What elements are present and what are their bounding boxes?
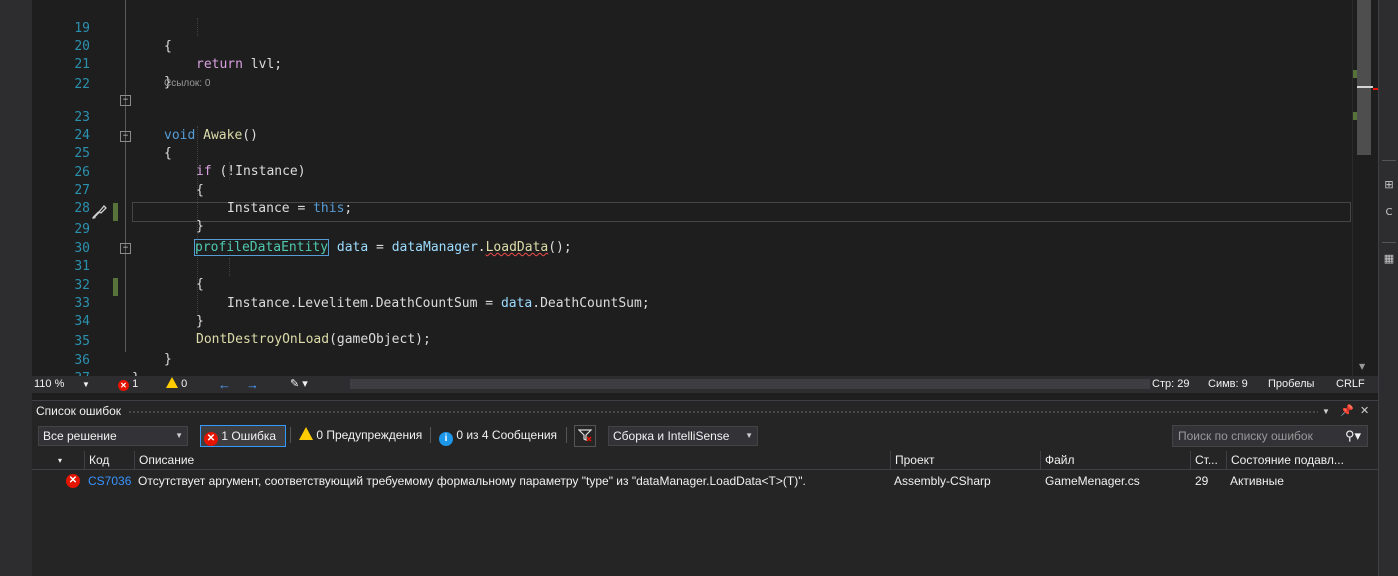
scroll-marker-change [1353,112,1357,120]
code-line: 37 [32,352,1352,376]
search-placeholder: Поиск по списку ошибок [1178,429,1313,443]
build-source-dropdown[interactable]: Сборка и IntelliSense ▼ [608,426,758,446]
build-source-value: Сборка и IntelliSense [613,429,730,443]
chevron-down-icon: ▼ [175,431,183,440]
class-view-tab-icon[interactable]: C [1382,206,1396,220]
pin-icon[interactable]: ⊞ [1382,178,1396,192]
navigate-forward-arrow-icon[interactable]: → [246,377,259,392]
warnings-filter-button[interactable]: 0 Предупреждения [296,425,422,447]
filter-toggle-icon[interactable] [574,425,596,447]
warning-icon [166,377,178,388]
line-ending-indicator[interactable]: CRLF [1336,377,1365,392]
editor-status-bar: 110 % ▼ ✕ 1 0 ← → ✎ ▾ Стр: 29 Симв: 9 Пр… [32,376,1378,393]
scroll-down-arrow-icon[interactable]: ▼ [1359,362,1365,371]
code-line: 25 if (!Instance) [32,127,1352,179]
info-icon: i [439,432,453,446]
code-line-current[interactable]: 29 profileDataEntity data = dataManager.… [32,203,1352,256]
line-indicator[interactable]: Стр: 29 [1152,377,1189,392]
column-header-suppression[interactable]: Состояние подавл... [1226,451,1350,470]
error-description: Отсутствует аргумент, соответствующий тр… [138,474,806,488]
code-line: 36 } [32,334,1352,376]
code-line: 34 DontDestroyOnLoad(gameObject); [32,295,1352,347]
code-line: 24 { [32,109,1352,161]
panel-title-grip [128,410,1318,415]
code-line: 27 Instance = this; [32,164,1352,216]
warning-count-indicator[interactable]: 0 [166,377,187,392]
scope-value: Все решение [43,429,117,443]
scroll-marker-change [1353,70,1357,78]
column-header-project[interactable]: Проект [890,451,1040,470]
right-tool-strip: ⊞ C ▦ [1378,0,1398,576]
error-row[interactable]: ✕ CS7036 Отсутствует аргумент, соответст… [32,471,1378,491]
strip-separator [1382,160,1396,161]
error-list-panel: Список ошибок ▼ 📌 ✕ Все решение ▼ ✕ 1 Ош… [32,400,1378,576]
editor-vertical-scrollbar[interactable]: ▼ [1352,0,1378,376]
warnings-filter-label: 0 Предупреждения [316,428,423,442]
properties-tab-icon[interactable]: ▦ [1382,252,1396,266]
code-line: 33 } [32,277,1352,329]
whitespace-indicator[interactable]: Пробелы [1268,377,1314,392]
scroll-marker-caret [1357,86,1373,88]
error-count-indicator[interactable]: ✕ 1 [118,377,138,392]
toolbar-separator [430,427,431,443]
column-header-file[interactable]: Файл [1040,451,1190,470]
warning-icon [299,427,313,440]
zoom-dropdown-chevron-icon[interactable]: ▼ [82,377,90,392]
error-line: 29 [1195,474,1209,488]
error-state: Активные [1230,474,1284,488]
warning-count: 0 [181,378,188,390]
error-icon: ✕ [204,432,218,446]
error-list-header: ▾ Код Описание Проект Файл Ст... Состоян… [32,451,1378,470]
zoom-level[interactable]: 110 % [34,377,64,392]
code-line: 26 { [32,146,1352,198]
column-header-code[interactable]: Код [84,451,134,470]
toolbar-separator [290,427,291,443]
code-line: 23 void Awake() [32,91,1352,143]
column-header-description[interactable]: Описание [134,451,890,470]
pin-icon[interactable]: 📌 [1340,404,1354,417]
panel-menu-chevron-icon[interactable]: ▼ [1322,407,1330,416]
char-indicator[interactable]: Симв: 9 [1208,377,1248,392]
codelens-references[interactable]: Ссылок: 0 [164,77,210,91]
errors-filter-button[interactable]: ✕ 1 Ошибка [200,425,286,447]
search-icon[interactable]: ⚲▾ [1345,426,1361,446]
code-line: 32 Instance.Levelitem.DeathCountSum = da… [32,259,1352,311]
error-count: 1 [132,378,139,390]
strip-separator [1382,242,1396,243]
navigate-back-arrow-icon[interactable]: ← [218,377,231,392]
chevron-down-icon: ▼ [745,431,753,440]
code-line: 28 } [32,182,1352,234]
code-line: 21 } [32,38,1352,90]
error-icon: ✕ [66,474,80,488]
messages-filter-label: 0 из 4 Сообщения [456,428,558,442]
messages-filter-button[interactable]: i 0 из 4 Сообщения [436,425,557,447]
code-editor[interactable]: − − − 19 { 20 return lvl; 21 } 22 Ссылок… [32,0,1352,376]
panel-title: Список ошибок [36,404,122,418]
error-file: GameMenager.cs [1045,474,1140,488]
error-project: Assembly-CSharp [894,474,991,488]
close-icon[interactable]: ✕ [1360,404,1369,417]
toolbar-separator [566,427,567,443]
column-header-line[interactable]: Ст... [1190,451,1226,470]
error-list-toolbar: Все решение ▼ ✕ 1 Ошибка 0 Предупреждени… [32,423,1378,451]
brush-dropdown-icon[interactable]: ✎ ▾ [290,377,308,392]
code-line: 35 } [32,315,1352,367]
sort-chevron-icon[interactable]: ▾ [54,451,64,470]
editor-horizontal-scrollbar[interactable] [350,379,1150,389]
code-line: 22 [32,58,1352,92]
code-line: 20 return lvl; [32,20,1352,72]
errors-filter-label: 1 Ошибка [221,429,277,443]
error-icon: ✕ [118,380,129,391]
scrollbar-thumb[interactable] [1357,0,1371,155]
code-line: 31 { [32,240,1352,292]
scope-dropdown[interactable]: Все решение ▼ [38,426,188,446]
code-line: 19 { [32,2,1352,54]
left-tool-strip [0,0,32,576]
error-code-link[interactable]: CS7036 [88,471,131,491]
error-list-search-input[interactable]: Поиск по списку ошибок ⚲▾ [1172,425,1368,447]
code-line: 30 [32,222,1352,256]
